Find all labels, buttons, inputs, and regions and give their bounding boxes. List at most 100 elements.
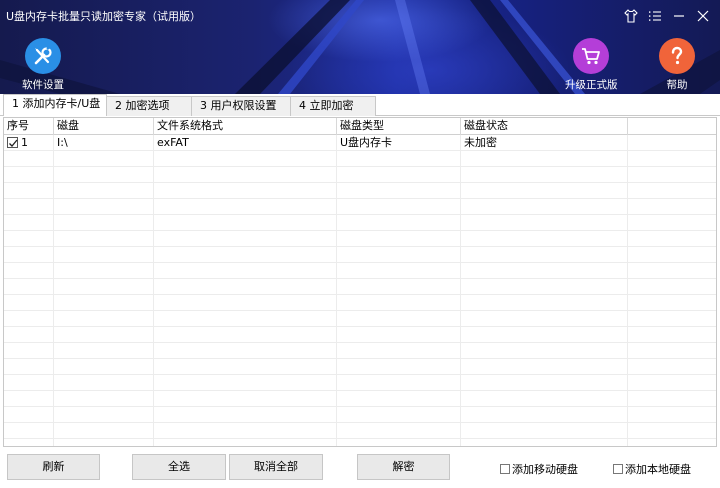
empty-table-cell [54, 407, 154, 423]
tab-encrypt-options[interactable]: 2 加密选项 [106, 96, 192, 116]
column-header-empty [628, 118, 716, 135]
empty-table-cell [628, 359, 716, 375]
empty-table-row [4, 375, 716, 391]
empty-table-cell [4, 279, 54, 295]
row-checkbox[interactable] [7, 137, 18, 148]
empty-table-row [4, 343, 716, 359]
empty-table-cell [4, 407, 54, 423]
empty-table-cell [54, 279, 154, 295]
shopping-cart-icon [582, 48, 601, 65]
software-settings-button[interactable]: 软件设置 [22, 38, 64, 92]
empty-table-row [4, 247, 716, 263]
empty-table-cell [4, 199, 54, 215]
empty-table-row [4, 391, 716, 407]
empty-table-cell [461, 375, 628, 391]
empty-table-cell [628, 439, 716, 446]
empty-table-row [4, 183, 716, 199]
empty-table-row [4, 167, 716, 183]
empty-table-cell [54, 375, 154, 391]
menu-icon [649, 11, 661, 21]
empty-table-cell [54, 183, 154, 199]
help-button[interactable]: 帮助 [659, 38, 695, 92]
empty-table-cell [461, 215, 628, 231]
empty-table-cell [154, 231, 337, 247]
empty-table-row [4, 215, 716, 231]
empty-table-cell [461, 151, 628, 167]
tab-bar: 1 添加内存卡/U盘 2 加密选项 3 用户权限设置 4 立即加密 [0, 94, 720, 116]
empty-table-cell [4, 391, 54, 407]
menu-button[interactable] [644, 6, 666, 26]
empty-table-cell [461, 295, 628, 311]
empty-table-cell [54, 311, 154, 327]
tab-user-permissions[interactable]: 3 用户权限设置 [191, 96, 291, 116]
empty-table-cell [461, 247, 628, 263]
checkbox-box[interactable] [613, 464, 623, 474]
empty-table-cell [337, 231, 461, 247]
tab-add-card[interactable]: 1 添加内存卡/U盘 [3, 94, 107, 116]
empty-table-cell [461, 199, 628, 215]
empty-table-cell [54, 263, 154, 279]
empty-table-cell [337, 375, 461, 391]
empty-table-cell [628, 295, 716, 311]
close-button[interactable] [692, 6, 714, 26]
empty-table-cell [461, 183, 628, 199]
empty-table-cell [4, 215, 54, 231]
empty-table-cell [461, 279, 628, 295]
column-header-disk-type[interactable]: 磁盘类型 [337, 118, 461, 135]
software-settings-label: 软件设置 [22, 79, 64, 91]
minimize-icon [674, 15, 684, 17]
cancel-all-button[interactable]: 取消全部 [229, 454, 323, 480]
empty-table-cell [461, 343, 628, 359]
empty-table-cell [154, 391, 337, 407]
empty-table-cell [4, 295, 54, 311]
column-header-disk[interactable]: 磁盘 [54, 118, 154, 135]
add-removable-disk-checkbox[interactable]: 添加移动硬盘 [500, 461, 578, 477]
table-row[interactable]: 1 I:\ exFAT U盘内存卡 未加密 [4, 135, 716, 151]
minimize-button[interactable] [668, 6, 690, 26]
empty-table-row [4, 407, 716, 423]
tab-encrypt-now[interactable]: 4 立即加密 [290, 96, 376, 116]
header-banner: U盘内存卡批量只读加密专家（试用版） 软件设置 升级正式版 帮助 [0, 0, 720, 94]
empty-table-row [4, 263, 716, 279]
empty-table-cell [628, 183, 716, 199]
empty-table-cell [154, 151, 337, 167]
table-header: 序号 磁盘 文件系统格式 磁盘类型 磁盘状态 [4, 118, 716, 135]
decrypt-button[interactable]: 解密 [357, 454, 450, 480]
empty-table-cell [154, 359, 337, 375]
empty-table-cell [337, 151, 461, 167]
empty-table-cell [54, 247, 154, 263]
empty-table-cell [628, 375, 716, 391]
upgrade-button[interactable]: 升级正式版 [565, 38, 618, 92]
empty-table-cell [461, 311, 628, 327]
skin-button[interactable] [620, 6, 642, 26]
empty-table-row [4, 231, 716, 247]
empty-table-cell [628, 343, 716, 359]
column-header-filesystem[interactable]: 文件系统格式 [154, 118, 337, 135]
empty-table-cell [154, 279, 337, 295]
empty-table-cell [154, 407, 337, 423]
empty-table-cell [54, 295, 154, 311]
empty-table-cell [628, 407, 716, 423]
wrench-screwdriver-icon [34, 46, 52, 65]
empty-table-cell [337, 327, 461, 343]
refresh-button[interactable]: 刷新 [7, 454, 100, 480]
help-label: 帮助 [666, 79, 688, 91]
help-icon-circle [659, 38, 695, 74]
empty-table-cell [154, 327, 337, 343]
select-all-button[interactable]: 全选 [132, 454, 226, 480]
empty-table-cell [54, 439, 154, 446]
empty-table-cell [4, 423, 54, 439]
add-local-disk-checkbox[interactable]: 添加本地硬盘 [613, 461, 691, 477]
empty-table-cell [54, 199, 154, 215]
empty-table-cell [4, 439, 54, 446]
column-header-disk-status[interactable]: 磁盘状态 [461, 118, 628, 135]
checkbox-box[interactable] [500, 464, 510, 474]
empty-table-cell [154, 311, 337, 327]
question-mark-icon [671, 46, 683, 65]
empty-table-cell [628, 151, 716, 167]
empty-table-row [4, 295, 716, 311]
empty-table-cell [461, 263, 628, 279]
empty-table-cell [154, 295, 337, 311]
empty-table-cell [154, 439, 337, 446]
column-header-index[interactable]: 序号 [4, 118, 54, 135]
